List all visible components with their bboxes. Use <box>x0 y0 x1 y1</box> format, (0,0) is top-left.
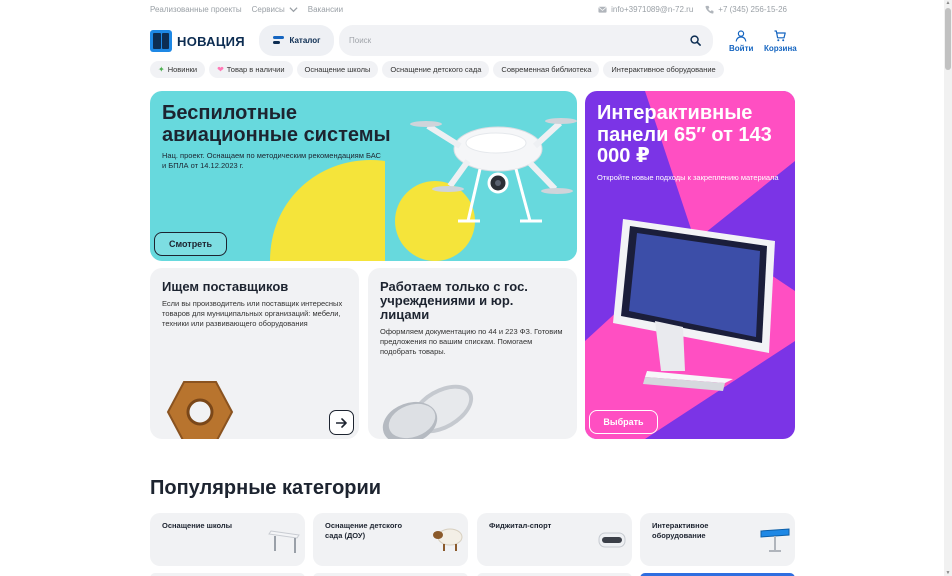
chip-interactive[interactable]: Интерактивное оборудование <box>603 61 724 78</box>
logo-mark-icon <box>150 30 172 52</box>
chip-label: Интерактивное оборудование <box>611 65 716 74</box>
phone-text: +7 (345) 256-15-26 <box>718 5 787 14</box>
category-interactive-equipment[interactable]: Интерактивное оборудование <box>640 513 795 566</box>
banner-title: Беспилотные авиационные системы <box>162 102 391 146</box>
banner-description: Нац. проект. Оснащаем по методическим ре… <box>162 151 381 170</box>
wooden-nut-image <box>166 381 234 439</box>
card-description: Если вы производитель или поставщик инте… <box>162 299 343 328</box>
link-services[interactable]: Сервисы <box>252 5 298 14</box>
chevron-down-icon <box>289 7 298 13</box>
scroll-down-icon[interactable]: ▼ <box>945 570 951 576</box>
catalog-label: Каталог <box>289 36 321 45</box>
card-title: Ищем поставщиков <box>162 279 289 294</box>
chip-label: Оснащение школы <box>304 65 371 74</box>
link-projects[interactable]: Реализованные проекты <box>150 5 242 14</box>
category-label: Интерактивное оборудование <box>652 521 709 540</box>
quick-filter-chips: ✦ Новинки ❤ Товар в наличии Оснащение шк… <box>150 61 724 78</box>
chip-label: Новинки <box>167 65 198 74</box>
scroll-up-icon[interactable]: ▲ <box>945 0 951 6</box>
chip-new[interactable]: ✦ Новинки <box>150 61 206 78</box>
card-suppliers[interactable]: Ищем поставщиков Если вы производитель и… <box>150 268 359 439</box>
sheep-toy-icon <box>433 528 463 551</box>
chip-library[interactable]: Современная библиотека <box>493 61 600 78</box>
site-logo[interactable]: НОВАЦИЯ <box>150 29 245 53</box>
view-button[interactable]: Смотреть <box>154 232 227 256</box>
arrow-right-icon <box>336 417 347 428</box>
mail-icon <box>598 6 607 13</box>
link-vacancies[interactable]: Вакансии <box>308 5 343 14</box>
user-icon <box>735 30 747 42</box>
interactive-table-icon <box>760 528 790 552</box>
link-services-label: Сервисы <box>251 5 285 14</box>
search-input[interactable] <box>349 33 679 48</box>
school-desk-icon <box>268 530 300 553</box>
popular-categories-title: Популярные категории <box>150 477 382 499</box>
cart-button[interactable]: Корзина <box>764 30 797 53</box>
category-label: Оснащение школы <box>162 521 233 530</box>
catalog-menu-icon <box>272 36 284 44</box>
chip-in-stock[interactable]: ❤ Товар в наличии <box>209 61 293 78</box>
email-link[interactable]: info+3971089@n-72.ru <box>598 5 693 14</box>
chip-label: Современная библиотека <box>501 65 592 74</box>
catalog-button[interactable]: Каталог <box>259 25 334 56</box>
cart-icon <box>774 30 787 42</box>
card-description: Оформляем документацию по 44 и 223 ФЗ. Г… <box>380 327 563 356</box>
page-scrollbar[interactable]: ▲ ▼ <box>944 0 952 576</box>
phone-link[interactable]: +7 (345) 256-15-26 <box>705 5 787 14</box>
login-button[interactable]: Войти <box>729 30 753 53</box>
category-phygital-sport[interactable]: Фиджитал-спорт <box>477 513 632 566</box>
phone-icon <box>705 5 714 14</box>
search-icon[interactable] <box>690 35 701 46</box>
email-text: info+3971089@n-72.ru <box>611 5 694 14</box>
cart-label: Корзина <box>764 44 797 53</box>
category-school[interactable]: Оснащение школы <box>150 513 305 566</box>
card-title: Работаем только с гос. учреждениями и юр… <box>380 279 528 323</box>
login-label: Войти <box>729 44 754 53</box>
category-kindergarten[interactable]: Оснащение детского сада (ДОУ) <box>313 513 468 566</box>
heart-icon: ❤ <box>217 64 224 74</box>
scrollbar-thumb[interactable] <box>945 8 951 70</box>
top-bar: Реализованные проекты Сервисы Вакансии i… <box>150 5 795 17</box>
category-label: Оснащение детского сада (ДОУ) <box>325 521 403 540</box>
chip-label: Оснащение детского сада <box>390 65 482 74</box>
sparkle-icon: ✦ <box>158 64 165 74</box>
card-government[interactable]: Работаем только с гос. учреждениями и юр… <box>368 268 577 439</box>
search-bar <box>339 25 713 56</box>
chip-school[interactable]: Оснащение школы <box>296 61 379 78</box>
metal-discs-image <box>382 384 474 439</box>
suppliers-arrow-button[interactable] <box>329 410 354 435</box>
chip-label: Товар в наличии <box>226 65 285 74</box>
logo-text: НОВАЦИЯ <box>177 33 245 49</box>
category-label: Фиджитал-спорт <box>489 521 552 530</box>
vr-headset-icon <box>598 532 626 548</box>
banner-interactive-panels[interactable]: Интерактивные панели 65″ от 143 000 ₽ От… <box>585 91 795 439</box>
chip-kindergarten[interactable]: Оснащение детского сада <box>382 61 490 78</box>
choose-button[interactable]: Выбрать <box>589 410 658 434</box>
banner-drones[interactable]: Беспилотные авиационные системы Нац. про… <box>150 91 577 261</box>
banner-description: Откройте новые подходы к закреплению мат… <box>597 173 779 182</box>
banner-title: Интерактивные панели 65″ от 143 000 ₽ <box>597 102 772 168</box>
